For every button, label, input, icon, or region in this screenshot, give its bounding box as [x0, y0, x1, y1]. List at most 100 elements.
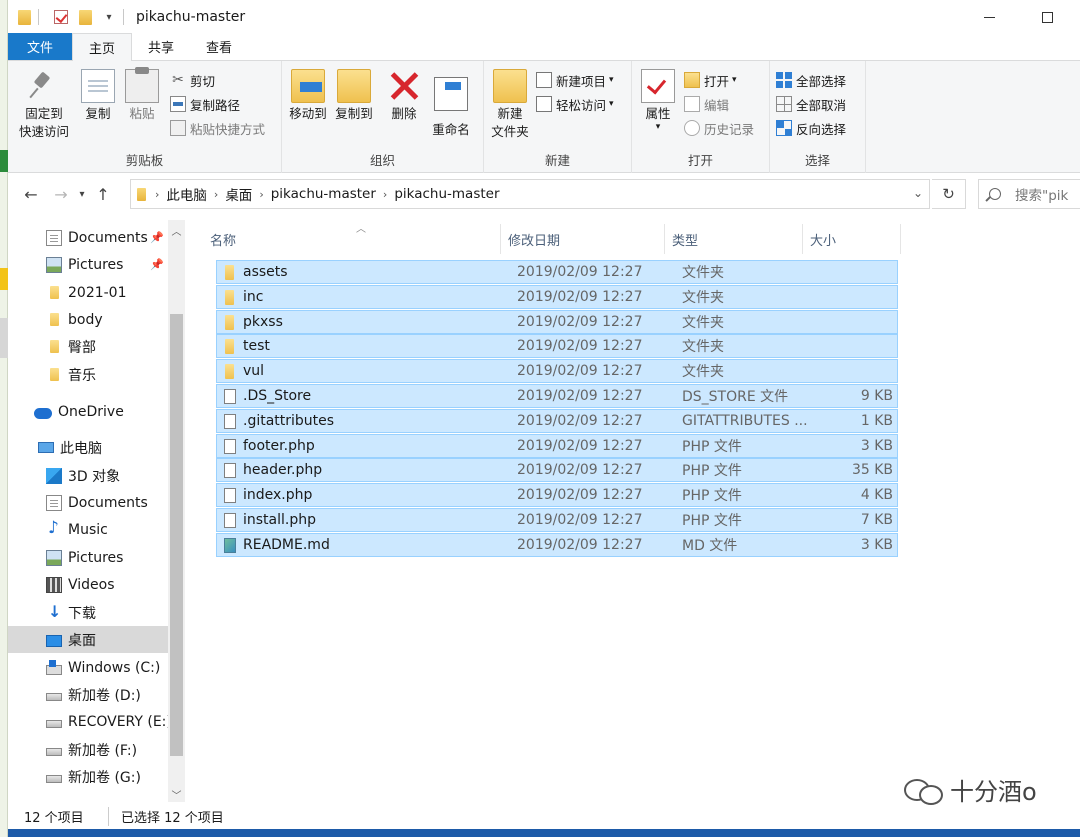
column-divider[interactable] [664, 224, 665, 254]
rename-button[interactable]: 重命名 [428, 69, 474, 139]
properties-button[interactable]: 属性 ▾ [638, 69, 678, 132]
file-row[interactable]: vul 2019/02/09 12:27 文件夹 [216, 359, 898, 384]
file-name: footer.php [243, 437, 315, 454]
back-button[interactable]: ← [18, 181, 44, 207]
up-button[interactable]: ↑ [90, 181, 116, 207]
organize-group-label: 组织 [369, 153, 395, 168]
column-divider[interactable] [900, 224, 901, 254]
nav-item-pictures[interactable]: Pictures [8, 544, 168, 571]
nav-pane-scrollbar[interactable]: ︿ ﹀ [168, 220, 185, 802]
windows-drive-icon [46, 659, 62, 675]
cut-button[interactable]: ✂ 剪切 [170, 69, 215, 91]
nav-item-label: Pictures [68, 549, 124, 566]
nav-item-this-pc[interactable]: 此电脑 [8, 434, 168, 461]
scroll-up-button[interactable]: ︿ [168, 222, 185, 238]
nav-item-music-folder[interactable]: 音乐 [8, 361, 168, 388]
nav-item-onedrive[interactable]: OneDrive [8, 398, 168, 425]
nav-item-body[interactable]: body [8, 306, 168, 333]
invert-selection-label: 反向选择 [796, 121, 847, 137]
nav-item-3d-objects[interactable]: 3D 对象 [8, 462, 168, 489]
scrollbar-thumb[interactable] [170, 314, 183, 756]
file-row[interactable]: inc 2019/02/09 12:27 文件夹 [216, 284, 898, 309]
nav-item-hips[interactable]: 臀部 [8, 333, 168, 360]
file-row[interactable]: header.php 2019/02/09 12:27 PHP 文件 35 KB [216, 458, 898, 483]
tab-file[interactable]: 文件 [8, 33, 72, 60]
pin-to-quick-access-button[interactable]: 固定到 快速访问 [14, 69, 74, 141]
file-type: 文件夹 [682, 314, 724, 331]
file-row[interactable]: pkxss 2019/02/09 12:27 文件夹 [216, 309, 898, 334]
nav-item-videos[interactable]: Videos [8, 571, 168, 598]
nav-item-drive-c[interactable]: Windows (C:) [8, 654, 168, 681]
recent-locations-button[interactable]: ▾ [74, 181, 90, 207]
breadcrumb-pikachu-master[interactable]: pikachu-master [271, 186, 376, 202]
copy-button[interactable]: 复制 [78, 69, 118, 123]
paste-shortcut-icon [170, 120, 186, 136]
file-row[interactable]: .DS_Store 2019/02/09 12:27 DS_STORE 文件 9… [216, 384, 898, 408]
address-dropdown-button[interactable]: ⌄ [913, 186, 923, 200]
nav-item-downloads[interactable]: 下载 [8, 599, 168, 626]
nav-item-drive-f[interactable]: 新加卷 (F:) [8, 736, 168, 763]
file-row[interactable]: README.md 2019/02/09 12:27 MD 文件 3 KB [216, 532, 898, 557]
new-folder-quick-access-icon[interactable] [77, 9, 93, 25]
file-row[interactable]: test 2019/02/09 12:27 文件夹 [216, 334, 898, 359]
new-folder-button[interactable]: 新建 文件夹 [488, 69, 532, 141]
chevron-right-icon[interactable]: › [155, 188, 159, 201]
nav-item-label: 此电脑 [60, 440, 102, 457]
properties-quick-access-icon[interactable] [53, 9, 69, 25]
chevron-right-icon[interactable]: › [259, 188, 263, 201]
file-row[interactable]: footer.php 2019/02/09 12:27 PHP 文件 3 KB [216, 433, 898, 458]
column-header-size[interactable]: 大小 [810, 222, 900, 256]
open-button[interactable]: 打开 ▾ [684, 69, 737, 91]
address-bar[interactable]: › 此电脑 › 桌面 › pikachu-master › pikachu-ma… [130, 179, 930, 209]
file-name: pkxss [243, 313, 283, 330]
scroll-down-button[interactable]: ﹀ [168, 786, 185, 802]
breadcrumb-this-pc[interactable]: 此电脑 [166, 184, 207, 204]
folder-icon [50, 340, 59, 353]
nav-item-music[interactable]: Music [8, 516, 168, 543]
customize-quick-access-dropdown[interactable]: ▾ [101, 9, 117, 25]
file-row[interactable]: install.php 2019/02/09 12:27 PHP 文件 7 KB [216, 508, 898, 532]
nav-item-drive-g[interactable]: 新加卷 (G:) [8, 763, 168, 790]
column-header-type[interactable]: 类型 [672, 222, 802, 256]
refresh-button[interactable]: ↻ [932, 179, 966, 209]
file-modified: 2019/02/09 12:27 [517, 437, 643, 454]
column-divider[interactable] [500, 224, 501, 254]
nav-item-drive-d[interactable]: 新加卷 (D:) [8, 681, 168, 708]
copy-path-button[interactable]: 复制路径 [170, 93, 240, 115]
tab-home[interactable]: 主页 [72, 33, 133, 61]
breadcrumb-desktop[interactable]: 桌面 [225, 184, 252, 204]
chevron-right-icon[interactable]: › [383, 188, 387, 201]
nav-item-pictures-quick[interactable]: Pictures 📌 [8, 251, 168, 278]
nav-item-documents[interactable]: Documents [8, 489, 168, 516]
chevron-right-icon[interactable]: › [214, 188, 218, 201]
copy-to-button[interactable]: 复制到 [332, 69, 376, 123]
search-input[interactable]: 搜索"pik [978, 179, 1080, 209]
history-button[interactable]: 历史记录 [684, 117, 754, 139]
select-all-button[interactable]: 全部选择 [776, 69, 846, 91]
paste-button[interactable]: 粘贴 [122, 67, 162, 123]
file-row[interactable]: assets 2019/02/09 12:27 文件夹 [216, 260, 898, 284]
column-header-name[interactable]: ︿ 名称 [210, 222, 500, 256]
tab-share[interactable]: 共享 [132, 33, 190, 60]
nav-item-documents-quick[interactable]: Documents 📌 [8, 224, 168, 251]
column-divider[interactable] [802, 224, 803, 254]
new-item-button[interactable]: 新建项目 ▾ [536, 69, 614, 91]
column-header-modified[interactable]: 修改日期 [508, 222, 664, 256]
file-row[interactable]: .gitattributes 2019/02/09 12:27 GITATTRI… [216, 408, 898, 433]
nav-item-desktop[interactable]: 桌面 [8, 626, 168, 653]
tab-view[interactable]: 查看 [190, 33, 248, 60]
delete-button[interactable]: 删除 [386, 69, 422, 123]
move-to-button[interactable]: 移动到 [286, 69, 330, 123]
edit-button[interactable]: 编辑 [684, 93, 729, 115]
breadcrumb-pikachu-master-inner[interactable]: pikachu-master [394, 186, 499, 202]
easy-access-button[interactable]: 轻松访问 ▾ [536, 93, 614, 115]
maximize-button[interactable] [1024, 0, 1070, 34]
paste-shortcut-button[interactable]: 粘贴快捷方式 [170, 117, 265, 139]
invert-selection-button[interactable]: 反向选择 [776, 117, 846, 139]
forward-button[interactable]: → [48, 181, 74, 207]
select-none-button[interactable]: 全部取消 [776, 93, 846, 115]
minimize-button[interactable] [966, 0, 1012, 34]
file-row[interactable]: index.php 2019/02/09 12:27 PHP 文件 4 KB [216, 483, 898, 508]
nav-item-2021-01[interactable]: 2021-01 [8, 279, 168, 306]
nav-item-drive-e[interactable]: RECOVERY (E:) [8, 708, 172, 735]
